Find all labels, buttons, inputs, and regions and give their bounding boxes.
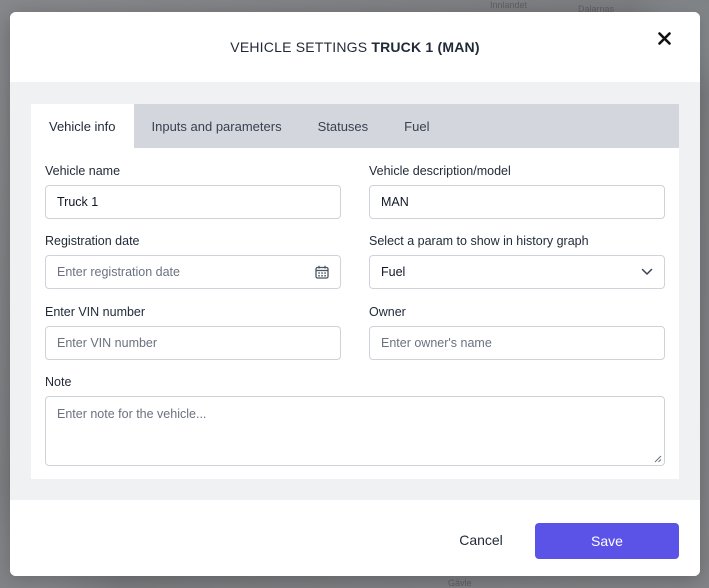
vehicle-name-label: Vehicle name — [45, 164, 121, 178]
vehicle-description-input[interactable]: MAN — [369, 185, 665, 219]
tab-statuses[interactable]: Statuses — [300, 104, 387, 148]
calendar-icon — [315, 265, 329, 279]
owner-label: Owner — [369, 305, 406, 319]
registration-date-field: Registration date Enter registration dat… — [45, 234, 341, 289]
close-icon — [657, 31, 671, 45]
tab-panel: Vehicle info Inputs and parameters Statu… — [31, 104, 679, 479]
vin-label: Enter VIN number — [45, 305, 146, 319]
vehicle-settings-modal: VEHICLE SETTINGS TRUCK 1 (MAN) Vehicle i… — [10, 12, 700, 576]
cancel-button[interactable]: Cancel — [442, 522, 520, 558]
registration-date-placeholder: Enter registration date — [57, 265, 180, 279]
vehicle-description-label: Vehicle description/model — [369, 164, 511, 178]
tab-fuel[interactable]: Fuel — [386, 104, 447, 148]
history-param-field: Select a param to show in history graph … — [369, 234, 665, 289]
history-param-select[interactable]: Fuel — [369, 255, 665, 289]
note-label: Note — [45, 375, 72, 389]
vehicle-description-value: MAN — [381, 195, 409, 209]
map-label: Gävle — [448, 578, 472, 588]
modal-footer: Cancel Save — [10, 500, 700, 576]
tab-inputs-and-parameters[interactable]: Inputs and parameters — [134, 104, 300, 148]
modal-title-vehicle: TRUCK 1 (MAN) — [371, 39, 480, 55]
modal-title-prefix: VEHICLE SETTINGS — [230, 39, 368, 55]
vehicle-name-field: Vehicle name Truck 1 — [45, 164, 341, 219]
owner-field: Owner Enter owner's name — [369, 305, 665, 360]
vin-input[interactable]: Enter VIN number — [45, 326, 341, 360]
calendar-button[interactable] — [315, 265, 329, 279]
owner-input[interactable]: Enter owner's name — [369, 326, 665, 360]
vin-field: Enter VIN number Enter VIN number — [45, 305, 341, 360]
registration-date-input[interactable]: Enter registration date — [45, 255, 341, 289]
close-button[interactable] — [648, 28, 680, 48]
map-label: Innlandet — [490, 0, 528, 10]
tab-bar: Vehicle info Inputs and parameters Statu… — [31, 104, 679, 148]
note-field: Note Enter note for the vehicle... — [45, 375, 665, 466]
vin-placeholder: Enter VIN number — [57, 336, 158, 350]
history-param-value: Fuel — [381, 265, 406, 279]
owner-placeholder: Enter owner's name — [381, 336, 492, 350]
vehicle-name-value: Truck 1 — [57, 195, 99, 209]
registration-date-label: Registration date — [45, 234, 140, 248]
chevron-down-icon — [641, 268, 653, 275]
resize-grip-icon[interactable] — [654, 455, 662, 463]
note-textarea[interactable]: Enter note for the vehicle... — [45, 396, 665, 466]
history-param-label: Select a param to show in history graph — [369, 234, 589, 248]
note-placeholder: Enter note for the vehicle... — [57, 407, 207, 421]
save-button[interactable]: Save — [535, 523, 679, 559]
modal-header: VEHICLE SETTINGS TRUCK 1 (MAN) — [10, 12, 700, 82]
vehicle-description-field: Vehicle description/model MAN — [369, 164, 665, 219]
vehicle-name-input[interactable]: Truck 1 — [45, 185, 341, 219]
tab-vehicle-info[interactable]: Vehicle info — [31, 104, 134, 148]
